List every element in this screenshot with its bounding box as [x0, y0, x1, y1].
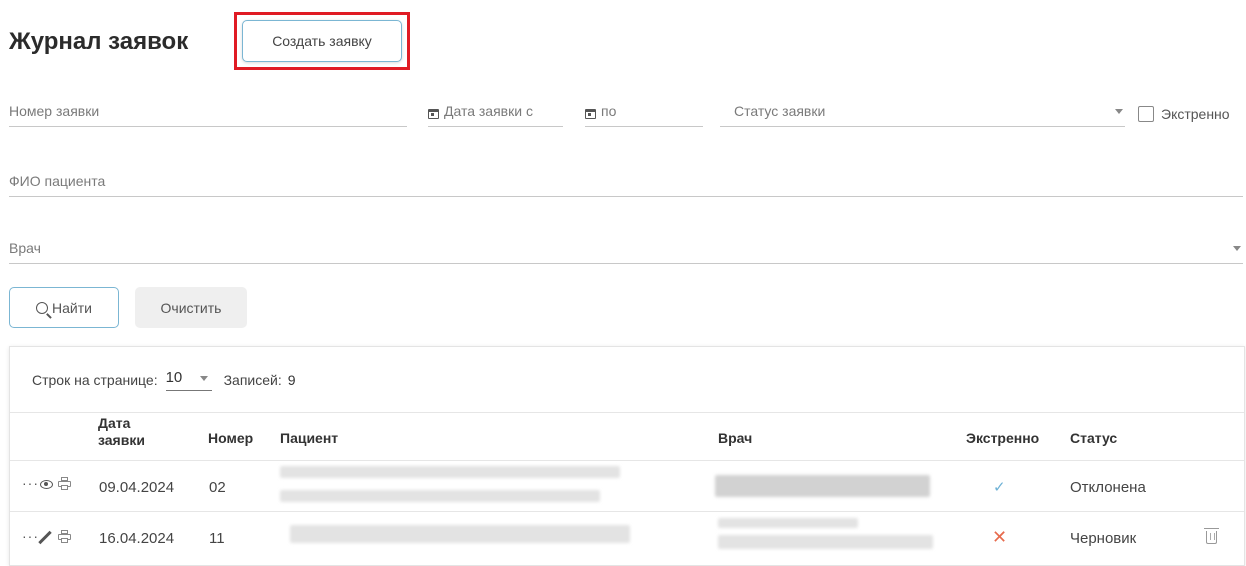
header-status[interactable]: Статус	[1070, 430, 1117, 447]
create-button-highlight: Создать заявку	[234, 12, 410, 70]
date-to-input[interactable]: по	[585, 97, 703, 127]
chevron-down-icon[interactable]	[1233, 246, 1241, 251]
status-placeholder: Статус заявки	[734, 103, 826, 119]
header-number[interactable]: Номер	[208, 430, 253, 447]
records-label: Записей:	[223, 372, 282, 388]
header-date-line2: заявки	[98, 432, 145, 448]
find-button-label: Найти	[52, 299, 92, 316]
request-number-input[interactable]: Номер заявки	[9, 97, 407, 127]
rows-per-page-label: Строк на странице:	[32, 372, 158, 388]
header-doctor[interactable]: Врач	[718, 430, 752, 447]
date-from-placeholder: Дата заявки с	[444, 103, 533, 119]
requests-table: Строк на странице: 10 Записей: 9 Дата за…	[9, 346, 1245, 566]
search-icon	[36, 301, 49, 314]
doctor-placeholder: Врач	[9, 240, 41, 256]
doctor-redacted	[718, 518, 858, 528]
print-icon[interactable]	[58, 530, 71, 543]
calendar-icon[interactable]	[428, 109, 439, 119]
more-icon[interactable]: ···	[22, 528, 39, 544]
patient-redacted	[280, 466, 620, 478]
divider	[10, 460, 1244, 461]
patient-name-input[interactable]: ФИО пациента	[9, 167, 1243, 197]
clear-button-label: Очистить	[160, 299, 222, 316]
chevron-down-icon[interactable]	[199, 376, 208, 381]
calendar-icon[interactable]	[585, 109, 596, 119]
print-icon[interactable]	[58, 477, 71, 490]
create-request-button[interactable]: Создать заявку	[242, 20, 402, 62]
chevron-down-icon[interactable]	[1115, 109, 1123, 114]
date-from-input[interactable]: Дата заявки с	[428, 97, 563, 127]
divider	[10, 412, 1244, 413]
patient-name-placeholder: ФИО пациента	[9, 173, 106, 189]
page-title: Журнал заявок	[9, 28, 189, 55]
urgent-checkbox-label: Экстренно	[1161, 106, 1230, 122]
patient-redacted	[290, 525, 630, 543]
rows-per-page-value: 10	[165, 369, 183, 386]
find-button[interactable]: Найти	[9, 287, 119, 328]
row-date: 16.04.2024	[99, 530, 175, 547]
status-select[interactable]: Статус заявки	[720, 97, 1125, 127]
header-date[interactable]: Дата заявки	[98, 415, 145, 449]
urgent-checkbox-group[interactable]: Экстренно	[1138, 106, 1230, 122]
pencil-icon[interactable]	[38, 530, 52, 545]
row-status: Черновик	[1070, 530, 1137, 547]
request-number-placeholder: Номер заявки	[9, 103, 100, 119]
date-to-placeholder: по	[601, 103, 617, 119]
row-date: 09.04.2024	[99, 479, 175, 496]
row-status: Отклонена	[1070, 479, 1146, 496]
pagination-bar: Строк на странице: 10 Записей: 9	[32, 369, 296, 391]
records-count: 9	[287, 372, 296, 388]
header-patient[interactable]: Пациент	[280, 430, 338, 447]
divider	[10, 511, 1244, 512]
header-urgent[interactable]: Экстренно	[966, 430, 1039, 447]
eye-icon[interactable]	[40, 480, 53, 489]
trash-icon[interactable]	[1204, 528, 1219, 544]
doctor-redacted	[715, 475, 930, 497]
urgent-check-icon: ✓	[993, 479, 1006, 496]
clear-button[interactable]: Очистить	[135, 287, 247, 328]
more-icon[interactable]: ···	[22, 475, 39, 491]
rows-per-page-select[interactable]: 10	[165, 369, 212, 391]
urgent-cross-icon: ✕	[992, 527, 1008, 547]
row-number: 11	[209, 530, 225, 547]
row-number: 02	[209, 479, 226, 496]
doctor-select[interactable]: Врач	[9, 234, 1243, 264]
doctor-redacted	[718, 535, 933, 549]
header-date-line1: Дата	[98, 415, 131, 431]
urgent-checkbox[interactable]	[1138, 106, 1154, 122]
patient-redacted	[280, 490, 600, 502]
